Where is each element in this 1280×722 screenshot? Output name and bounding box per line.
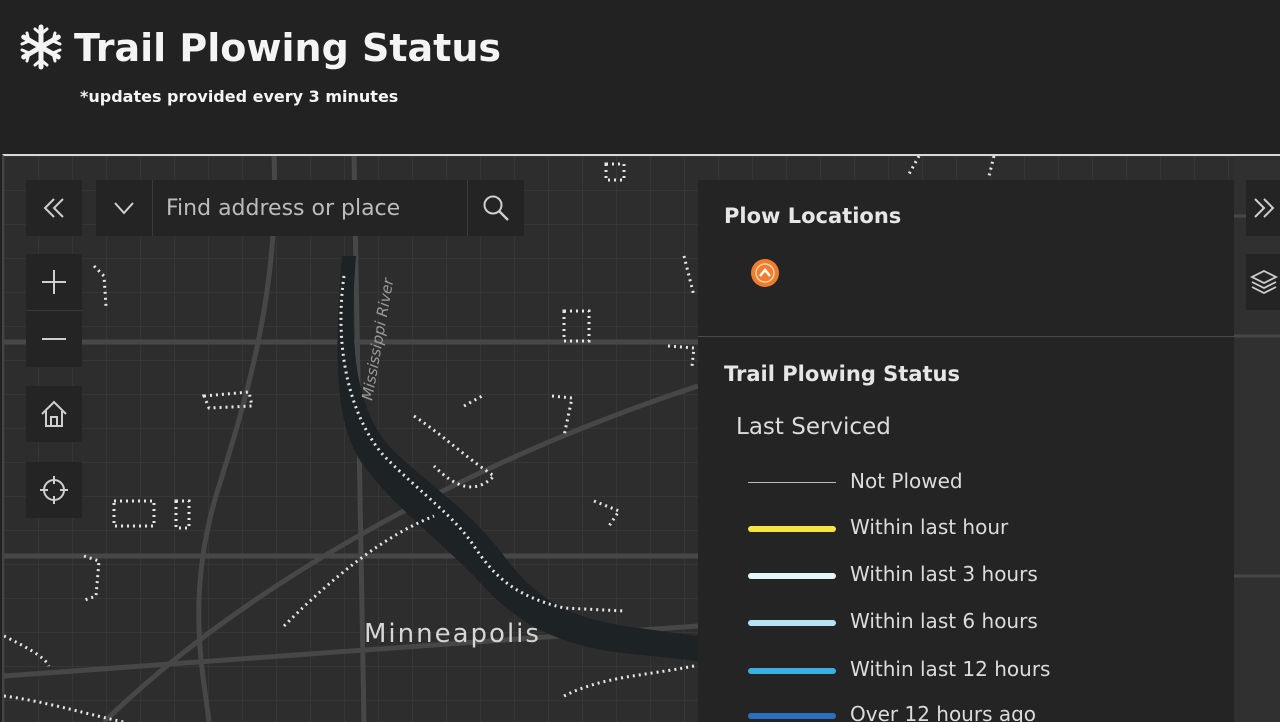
place-label-minneapolis: Minneapolis: [364, 619, 541, 649]
search-icon: [483, 195, 509, 221]
legend-swatch: [748, 526, 836, 532]
layer-list-button[interactable]: [1246, 254, 1280, 310]
chevron-down-icon: [114, 202, 134, 215]
legend-swatch: [748, 573, 836, 579]
legend-swatch: [748, 482, 836, 483]
collapse-panel-button[interactable]: [26, 180, 82, 236]
zoom-out-icon: [42, 338, 66, 340]
locate-button[interactable]: [26, 462, 82, 518]
zoom-in-button[interactable]: [26, 254, 82, 311]
legend-item: Within last 6 hours: [748, 608, 1218, 638]
legend-swatch: [748, 713, 836, 719]
legend-item: Within last 3 hours: [748, 561, 1218, 591]
expand-panel-button[interactable]: [1246, 180, 1280, 236]
legend-panel: Plow Locations Trail Plowing Status Last…: [698, 180, 1234, 722]
search-widget: [96, 180, 524, 236]
layers-icon: [1250, 269, 1278, 295]
legend-swatch: [748, 668, 836, 674]
zoom-in-icon: [42, 270, 66, 294]
home-button[interactable]: [26, 386, 82, 442]
trail-status-title: Trail Plowing Status: [724, 362, 960, 386]
plow-location-symbol: [751, 259, 779, 287]
search-input[interactable]: [154, 180, 464, 236]
page-title: Trail Plowing Status: [74, 26, 502, 70]
legend-label: Not Plowed: [850, 469, 963, 493]
collapse-icon: [43, 198, 64, 218]
app-header: Trail Plowing Status *updates provided e…: [0, 0, 1280, 152]
snowflake-icon: [20, 24, 62, 70]
plow-locations-title: Plow Locations: [724, 204, 902, 228]
locate-icon: [40, 476, 68, 504]
update-note: *updates provided every 3 minutes: [80, 87, 399, 106]
legend-item: Within last 12 hours: [748, 656, 1218, 686]
legend-label: Within last 12 hours: [850, 657, 1051, 681]
home-icon: [41, 400, 67, 427]
legend-item: Over 12 hours ago: [748, 701, 1218, 722]
legend-swatch: [748, 620, 836, 626]
legend-label: Within last 3 hours: [850, 562, 1038, 586]
search-button[interactable]: [467, 180, 524, 236]
map-view[interactable]: Mississippi River Minneapolis Find addre…: [2, 154, 1280, 722]
legend-label: Over 12 hours ago: [850, 702, 1037, 722]
legend-divider: [698, 336, 1234, 337]
legend-item: Within last hour: [748, 514, 1218, 544]
last-serviced-label: Last Serviced: [736, 414, 891, 440]
legend-label: Within last 6 hours: [850, 609, 1038, 633]
legend-label: Within last hour: [850, 515, 1009, 539]
expand-icon: [1254, 198, 1275, 218]
zoom-out-button[interactable]: [26, 311, 82, 367]
legend-item: Not Plowed: [748, 468, 1218, 498]
search-source-dropdown[interactable]: [96, 180, 153, 236]
